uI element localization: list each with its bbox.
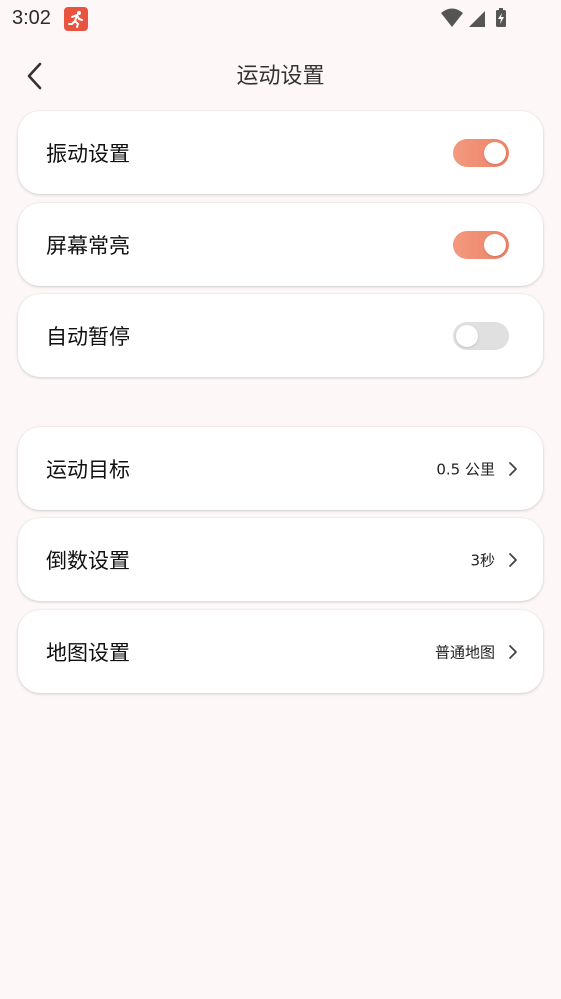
setting-card-auto-pause: 自动暂停 [18,294,543,377]
running-app-icon [64,7,88,31]
setting-label: 倒数设置 [46,548,130,573]
setting-card-countdown[interactable]: 倒数设置 3秒 [18,518,543,601]
setting-label: 屏幕常亮 [46,233,130,258]
status-bar: 3:02 [0,0,561,38]
battery-charging-icon [496,8,506,27]
screen-on-toggle[interactable] [453,230,509,259]
setting-value: 3秒 [470,551,495,569]
toggle-knob [484,141,506,164]
page-title: 运动设置 [236,64,325,89]
setting-card-goal[interactable]: 运动目标 0.5 公里 [18,427,543,510]
chevron-right-icon [509,644,517,659]
chevron-right-icon [509,552,517,567]
setting-label: 运动目标 [46,457,130,482]
status-time: 3:02 [12,7,51,29]
wifi-icon [441,8,463,27]
setting-card-map[interactable]: 地图设置 普通地图 [18,610,543,693]
setting-card-screen-on: 屏幕常亮 [18,203,543,286]
header: 运动设置 [0,48,561,98]
setting-label: 自动暂停 [46,324,130,349]
toggle-knob [456,324,478,347]
setting-value: 普通地图 [434,643,495,661]
chevron-right-icon [509,461,517,476]
status-icons [441,8,521,30]
setting-value: 0.5 公里 [436,460,495,478]
auto-pause-toggle[interactable] [453,321,509,350]
setting-card-vibration: 振动设置 [18,111,543,194]
toggle-knob [484,233,506,256]
setting-label: 地图设置 [46,640,130,665]
setting-label: 振动设置 [46,141,130,166]
cellular-signal-icon [469,11,485,27]
vibration-toggle[interactable] [453,138,509,167]
